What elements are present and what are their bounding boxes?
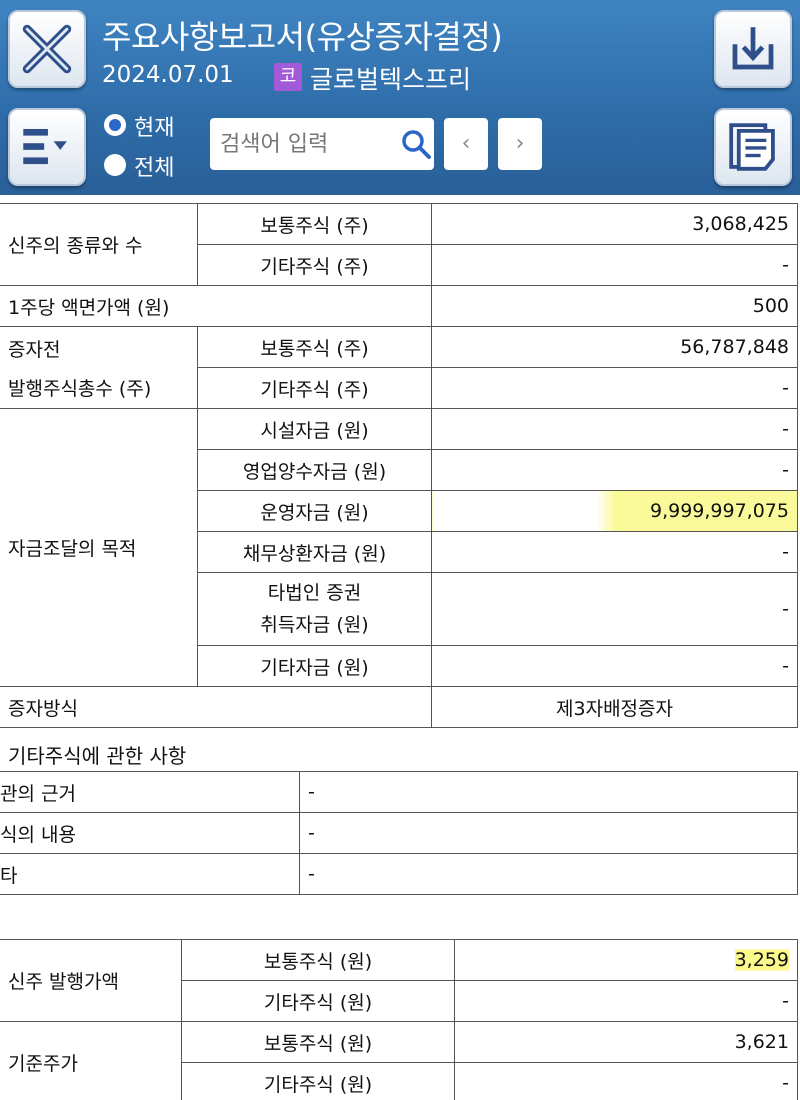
radio-current-label: 현재: [134, 116, 175, 141]
cell-value: -: [431, 449, 798, 491]
issue-details-table: 신주의 종류와 수 보통주식 (주) 3,068,425 기타주식 (주) - …: [0, 203, 798, 728]
market-badge: 코: [274, 63, 302, 91]
company-name: 글로벌텍스프리: [310, 65, 472, 94]
radio-current[interactable]: 현재: [104, 110, 204, 141]
document-icon: [729, 123, 775, 171]
radio-all-label: 전체: [134, 156, 175, 181]
prev-result-button[interactable]: ‹: [444, 118, 488, 170]
cell-label: 기타자금 (원): [197, 645, 432, 687]
cell-label: 보통주식 (주): [197, 326, 432, 368]
row-header: 신주의 종류와 수: [0, 203, 198, 286]
search-input[interactable]: [220, 126, 390, 162]
cell-value: -: [299, 771, 798, 813]
table-row: 신주의 종류와 수 보통주식 (주) 3,068,425: [0, 203, 798, 286]
table-row: 타 -: [0, 853, 798, 895]
next-result-button[interactable]: ›: [498, 118, 542, 170]
page-title: 주요사항보고서(유상증자결정): [102, 18, 503, 56]
radio-selected-icon: [104, 114, 126, 136]
cell-value: -: [454, 980, 798, 1022]
cell-label: 기타주식 (주): [197, 244, 432, 286]
cell-label-line: 타법인 증권: [267, 582, 362, 604]
menu-button[interactable]: [8, 108, 86, 186]
cell-value: -: [431, 244, 798, 286]
cell-label: 보통주식 (주): [197, 203, 432, 245]
radio-all[interactable]: 전체: [104, 150, 204, 181]
row-header: 증자방식: [0, 686, 432, 728]
cell-value: -: [431, 645, 798, 687]
menu-icon: [23, 128, 67, 165]
table-row: 1주당 액면가액 (원) 500: [0, 285, 798, 327]
cell-value: -: [431, 572, 798, 646]
cell-label: 운영자금 (원): [197, 490, 432, 532]
cell-value: -: [431, 408, 798, 450]
cell-label-line: 취득자금 (원): [260, 614, 369, 636]
highlighted-value: 9,999,997,075: [431, 490, 798, 532]
section-title: 기타주식에 관한 사항: [8, 744, 187, 768]
row-header-line: 발행주식총수 (주): [8, 377, 152, 400]
table-row: 자금조달의 목적 시설자금 (원) -: [0, 408, 798, 687]
cell-label: 보통주식 (원): [181, 1021, 455, 1063]
cell-value: 500: [431, 285, 798, 327]
row-header: 타: [0, 853, 300, 895]
row-header-line: 증자전: [8, 338, 61, 361]
cell-value: 56,787,848: [431, 326, 798, 368]
radio-unselected-icon: [104, 154, 126, 176]
cell-label: 기타주식 (원): [181, 1062, 455, 1100]
issue-price-table: 신주 발행가액 보통주식 (원) 3,259 기타주식 (원) - 기준주가 보…: [0, 939, 798, 1100]
cell-value: -: [299, 812, 798, 854]
table-row: 신주 발행가액 보통주식 (원) 3,259: [0, 939, 798, 1022]
table-row: 관의 근거 -: [0, 771, 798, 813]
row-header: 증자전발행주식총수 (주): [0, 326, 198, 409]
cell-value: 3,068,425: [431, 203, 798, 245]
highlighted-value: 3,259: [734, 947, 789, 973]
row-header: 식의 내용: [0, 812, 300, 854]
cell-label: 영업양수자금 (원): [197, 449, 432, 491]
search-box: [210, 118, 434, 170]
download-icon: [732, 27, 774, 70]
cell-value: -: [431, 531, 798, 573]
search-icon[interactable]: [400, 128, 432, 160]
row-header: 자금조달의 목적: [0, 408, 198, 687]
cell-value: -: [431, 367, 798, 409]
cell-value: -: [299, 853, 798, 895]
download-button[interactable]: [714, 10, 792, 88]
cell-label: 시설자금 (원): [197, 408, 432, 450]
table-row: 기준주가 보통주식 (원) 3,621: [0, 1021, 798, 1100]
cell-value: -: [454, 1062, 798, 1100]
cell-label: 기타주식 (주): [197, 367, 432, 409]
row-header: 기준주가: [0, 1021, 182, 1100]
cell-label: 보통주식 (원): [181, 939, 455, 981]
close-button[interactable]: [8, 10, 86, 88]
document-button[interactable]: [714, 108, 792, 186]
cell-value: 3,621: [454, 1021, 798, 1063]
table-row: 증자방식 제3자배정증자: [0, 686, 798, 728]
table-row: 증자전발행주식총수 (주) 보통주식 (주) 56,787,848: [0, 326, 798, 409]
table-row: 식의 내용 -: [0, 812, 798, 854]
app-header: 주요사항보고서(유상증자결정) 2024.07.01 코 글로벌텍스프리 현재 …: [0, 0, 800, 195]
other-shares-table: 관의 근거 - 식의 내용 - 타 -: [0, 771, 798, 895]
close-icon: [22, 24, 72, 74]
cell-label: 채무상환자금 (원): [197, 531, 432, 573]
cell-label: 타법인 증권취득자금 (원): [197, 572, 432, 646]
cell-value: 제3자배정증자: [431, 686, 798, 728]
row-header: 관의 근거: [0, 771, 300, 813]
report-date: 2024.07.01: [102, 62, 234, 88]
cell-label: 기타주식 (원): [181, 980, 455, 1022]
row-header: 신주 발행가액: [0, 939, 182, 1022]
row-header: 1주당 액면가액 (원): [0, 285, 432, 327]
cell-value: 3,259: [454, 939, 798, 981]
